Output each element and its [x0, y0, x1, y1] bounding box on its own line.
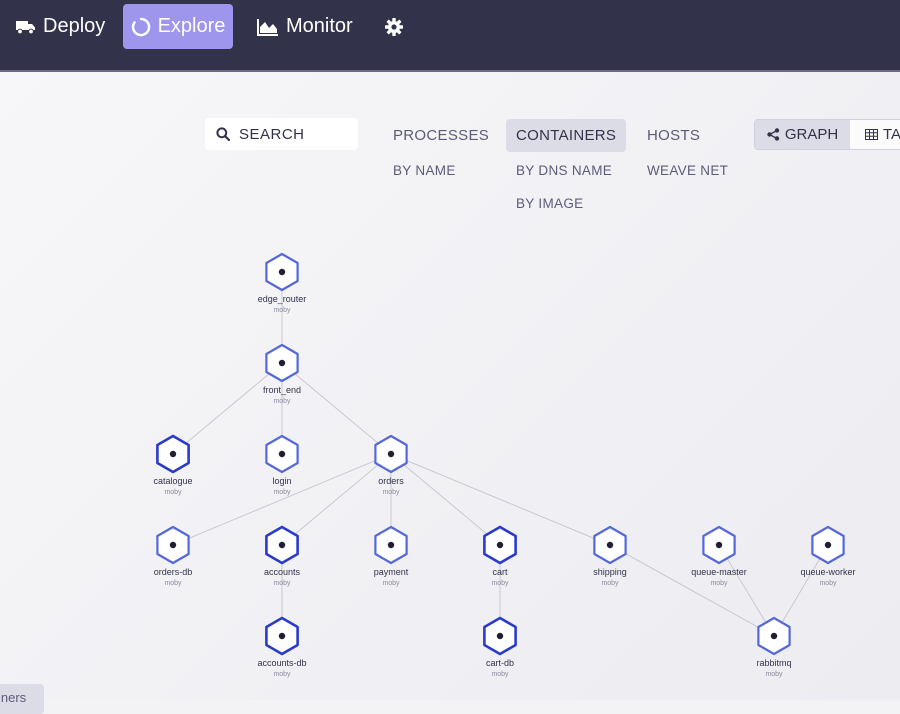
- node-host-label: moby: [491, 580, 509, 587]
- node-label: cart: [492, 567, 508, 577]
- node-host-label: moby: [273, 489, 291, 496]
- node-label: catalogue: [153, 476, 192, 486]
- node-label: orders: [378, 476, 404, 486]
- graph-edge: [281, 362, 392, 455]
- node-host-label: moby: [273, 398, 291, 405]
- graph-node[interactable]: catalogue moby: [153, 434, 193, 496]
- node-center-dot: [278, 359, 286, 367]
- node-center-dot: [278, 450, 286, 458]
- node-center-dot: [169, 450, 177, 458]
- node-center-dot: [824, 541, 832, 549]
- node-label: orders-db: [154, 567, 193, 577]
- node-label: edge_router: [258, 294, 307, 304]
- node-host-label: moby: [273, 671, 291, 678]
- graph-edge: [609, 544, 775, 637]
- node-label: queue-master: [691, 567, 747, 577]
- node-center-dot: [770, 632, 778, 640]
- bottom-tab-label: iners: [0, 690, 27, 705]
- node-center-dot: [278, 268, 286, 276]
- node-host-label: moby: [382, 580, 400, 587]
- node-host-label: moby: [710, 580, 728, 587]
- node-center-dot: [387, 541, 395, 549]
- node-center-dot: [278, 632, 286, 640]
- graph-node[interactable]: cart-db moby: [483, 616, 517, 678]
- node-center-dot: [387, 450, 395, 458]
- node-host-label: moby: [819, 580, 837, 587]
- topology-graph: edge_routermobyfront_endmobycataloguemob…: [153, 252, 856, 678]
- node-label: accounts: [264, 567, 301, 577]
- graph-node[interactable]: rabbitmq moby: [756, 616, 792, 678]
- graph-edge: [390, 453, 501, 546]
- graph-edge: [281, 453, 392, 546]
- node-label: accounts-db: [257, 658, 306, 668]
- graph-node[interactable]: login moby: [265, 434, 299, 496]
- node-label: front_end: [263, 385, 301, 395]
- node-host-label: moby: [273, 307, 291, 314]
- graph-node[interactable]: orders-db moby: [154, 525, 193, 587]
- node-host-label: moby: [164, 489, 182, 496]
- node-host-label: moby: [601, 580, 619, 587]
- node-label: login: [272, 476, 291, 486]
- graph-node[interactable]: payment moby: [374, 525, 409, 587]
- node-center-dot: [496, 632, 504, 640]
- node-label: payment: [374, 567, 409, 577]
- node-label: shipping: [593, 567, 627, 577]
- graph-node[interactable]: accounts-db moby: [257, 616, 307, 678]
- node-host-label: moby: [164, 580, 182, 587]
- bottom-topology-tab[interactable]: iners: [0, 684, 44, 714]
- graph-node[interactable]: shipping moby: [593, 525, 627, 587]
- node-host-label: moby: [765, 671, 783, 678]
- node-center-dot: [278, 541, 286, 549]
- node-center-dot: [715, 541, 723, 549]
- graph-edge: [172, 362, 283, 455]
- node-host-label: moby: [491, 671, 509, 678]
- node-label: queue-worker: [800, 567, 855, 577]
- node-host-label: moby: [382, 489, 400, 496]
- node-center-dot: [606, 541, 614, 549]
- node-label: cart-db: [486, 658, 514, 668]
- node-center-dot: [169, 541, 177, 549]
- node-center-dot: [496, 541, 504, 549]
- node-host-label: moby: [273, 580, 291, 587]
- node-label: rabbitmq: [756, 658, 791, 668]
